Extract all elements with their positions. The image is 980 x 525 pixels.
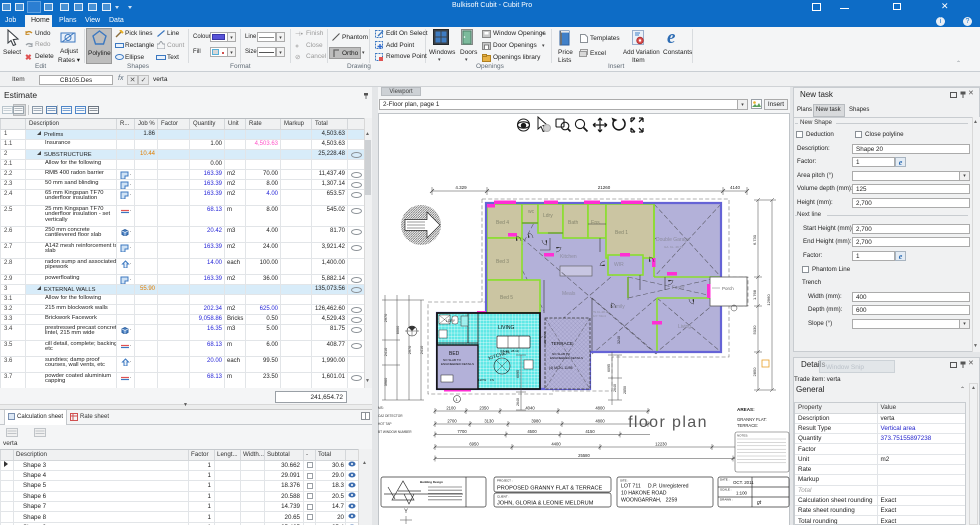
svg-text:3980: 3980 <box>531 419 541 424</box>
svg-text:2850: 2850 <box>752 367 757 377</box>
svg-text:7700: 7700 <box>457 429 467 434</box>
svg-text:1:100: 1:100 <box>736 491 748 496</box>
svg-text:BED: BED <box>449 351 460 357</box>
svg-text:CA2 DETECTOR: CA2 DETECTOR <box>378 414 403 418</box>
svg-text:3130: 3130 <box>484 419 494 424</box>
svg-text:2700: 2700 <box>447 419 457 424</box>
svg-text:4040: 4040 <box>525 406 535 411</box>
svg-text:12960: 12960 <box>766 294 771 306</box>
svg-text:6095: 6095 <box>516 370 520 378</box>
svg-text:Living: Living <box>678 324 691 330</box>
svg-text:LIVING: LIVING <box>498 325 515 331</box>
svg-text:SCALE :: SCALE : <box>720 488 732 492</box>
svg-text:wc: wc <box>528 209 535 215</box>
svg-text:CLIENT :: CLIENT : <box>497 495 509 499</box>
svg-text:4800: 4800 <box>595 406 605 411</box>
svg-text:2410: 2410 <box>420 346 424 354</box>
svg-text:21260: 21260 <box>598 185 611 190</box>
svg-text:JOHN, GLORIA & LEONIE MELDRUM: JOHN, GLORIA & LEONIE MELDRUM <box>497 501 594 507</box>
svg-text:R27.73m4: R27.73m4 <box>592 314 606 318</box>
svg-text:6095: 6095 <box>607 364 611 372</box>
svg-text:Foyer: Foyer <box>672 285 685 291</box>
svg-text:Family: Family <box>610 304 625 310</box>
svg-text:GRANNY FLAT:: GRANNY FLAT: <box>737 417 767 422</box>
svg-text:2100: 2100 <box>446 406 456 411</box>
svg-text:Kitchen: Kitchen <box>560 254 577 260</box>
svg-text:3960: 3960 <box>384 378 388 386</box>
svg-text:6000: 6000 <box>396 326 400 334</box>
svg-text:WIR: WIR <box>614 262 624 268</box>
svg-text:3240: 3240 <box>617 336 621 344</box>
svg-text:DRAWN :: DRAWN : <box>720 498 733 502</box>
svg-text:Bed 1: Bed 1 <box>615 230 628 236</box>
svg-text:(4) MCKL 11/95: (4) MCKL 11/95 <box>549 366 573 370</box>
svg-text:12230: 12230 <box>655 442 667 447</box>
svg-text:PROPOSED GRANNY FLAT & TERRACE: PROPOSED GRANNY FLAT & TERRACE <box>497 486 603 492</box>
svg-text:Bed 5: Bed 5 <box>500 295 513 301</box>
svg-text:OCT. 2011: OCT. 2011 <box>733 480 754 485</box>
svg-text:4800: 4800 <box>595 419 605 424</box>
svg-text:floor plan: floor plan <box>628 414 708 431</box>
svg-text:LDRY: LDRY <box>446 319 456 323</box>
svg-text:ENGINEERED DETAILS: ENGINEERED DETAILS <box>441 362 474 366</box>
svg-text:Ens.: Ens. <box>591 220 601 226</box>
svg-text:gt: gt <box>757 500 762 506</box>
svg-text:4.329: 4.329 <box>455 185 467 190</box>
svg-text:2350: 2350 <box>479 406 489 411</box>
svg-text:Bed 4: Bed 4 <box>496 220 509 226</box>
svg-text:1.768: 1.768 <box>752 289 757 300</box>
svg-text:2410: 2410 <box>384 348 388 356</box>
svg-text:GA. KL. 49.76: GA. KL. 49.76 <box>664 245 683 249</box>
svg-text:2113.208: 2113.208 <box>543 332 547 345</box>
svg-text:6.730: 6.730 <box>752 234 757 245</box>
svg-text:NOTES:: NOTES: <box>737 434 748 438</box>
svg-text:Y: Y <box>404 509 408 515</box>
svg-text:4150: 4150 <box>585 429 595 434</box>
svg-text:Bath: Bath <box>568 220 579 226</box>
svg-text:2640: 2640 <box>516 398 520 406</box>
svg-text:BT WINDOW NUMBER: BT WINDOW NUMBER <box>378 430 412 434</box>
svg-text:Building Design: Building Design <box>420 480 443 484</box>
svg-text:Ldry: Ldry <box>543 213 553 219</box>
svg-text:LOT 711 D.P. Unregistered: LOT 711 D.P. Unregistered <box>621 484 689 490</box>
svg-text:5030: 5030 <box>752 325 757 335</box>
svg-text:6950: 6950 <box>469 442 479 447</box>
svg-text:(15.4L.. 28.11): (15.4L.. 28.11) <box>500 349 519 353</box>
svg-text:PROJECT :: PROJECT : <box>497 479 513 483</box>
svg-text:2640: 2640 <box>613 384 617 392</box>
svg-text:WOONGARRAH, 2259: WOONGARRAH, 2259 <box>621 498 677 504</box>
svg-text:4500: 4500 <box>527 429 537 434</box>
svg-text:2850: 2850 <box>623 386 627 394</box>
svg-text:TERRACE:: TERRACE: <box>737 423 758 428</box>
svg-text:HOT TAP: HOT TAP <box>378 422 391 426</box>
svg-text:4140: 4140 <box>730 185 741 190</box>
svg-text:ENGINEERED DETAILS: ENGINEERED DETAILS <box>550 356 583 360</box>
svg-text:Double Garage: Double Garage <box>656 237 690 243</box>
svg-text:MS:: MS: <box>378 406 384 410</box>
svg-text:Meals: Meals <box>562 291 576 297</box>
svg-text:2970: 2970 <box>384 314 388 322</box>
svg-text:10 HAKONE ROAD: 10 HAKONE ROAD <box>621 491 667 497</box>
svg-text:Bed 3: Bed 3 <box>496 259 509 265</box>
svg-text:12PW: 12PW <box>478 378 486 382</box>
svg-text:SITE :: SITE : <box>620 479 629 483</box>
svg-text:FN: FN <box>490 378 494 382</box>
svg-text:AREAS:: AREAS: <box>737 407 755 412</box>
svg-text:4400: 4400 <box>551 442 561 447</box>
svg-text:TERRACE: TERRACE <box>551 341 573 346</box>
svg-text:2970: 2970 <box>408 346 412 354</box>
svg-text:25580: 25580 <box>578 453 590 458</box>
svg-text:Porch: Porch <box>722 286 734 291</box>
svg-text:DATE :: DATE : <box>720 478 730 482</box>
